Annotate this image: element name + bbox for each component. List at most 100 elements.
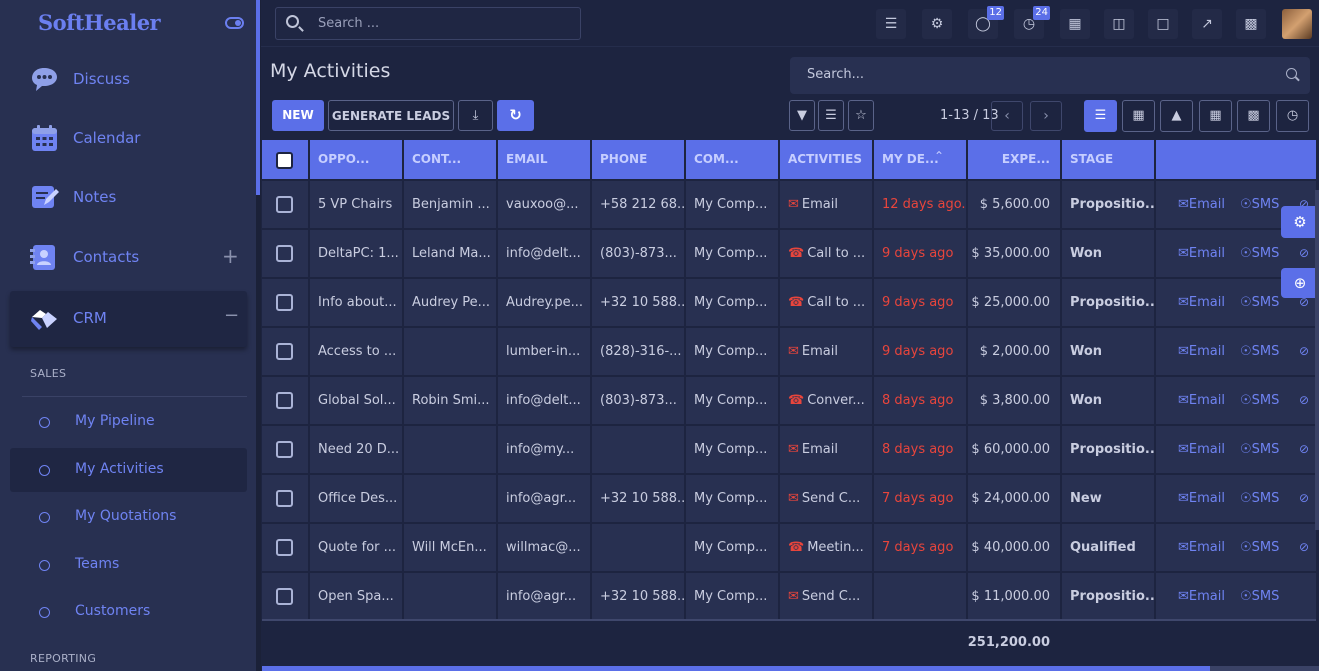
- cell-activity[interactable]: ✉ Email: [780, 426, 872, 473]
- select-all-checkbox[interactable]: [276, 152, 293, 169]
- bell-slash-icon[interactable]: ⊘: [1299, 246, 1309, 260]
- pager-previous-icon[interactable]: ‹: [991, 101, 1023, 131]
- global-search-input[interactable]: Search ...: [275, 7, 581, 40]
- gear-icon[interactable]: ⚙: [922, 9, 952, 39]
- activity-view-icon[interactable]: ◷: [1276, 100, 1309, 132]
- bell-slash-icon[interactable]: ⊘: [1299, 344, 1309, 358]
- search-input[interactable]: Search...: [790, 57, 1310, 94]
- row-checkbox[interactable]: [276, 294, 293, 311]
- settings-float-icon[interactable]: ⚙: [1281, 206, 1319, 238]
- column-header-phone[interactable]: PHONE: [592, 140, 684, 179]
- sort-ascending-icon[interactable]: ⌃: [934, 149, 944, 163]
- send-email-button[interactable]: ✉Email: [1170, 475, 1238, 522]
- send-email-button[interactable]: ✉Email: [1170, 524, 1238, 571]
- clock-icon[interactable]: ◷ 24: [1014, 6, 1050, 39]
- zoom-in-float-icon[interactable]: ⊕: [1281, 268, 1319, 298]
- cell-activity[interactable]: ☎ Conver...: [780, 377, 872, 424]
- row-checkbox[interactable]: [276, 245, 293, 262]
- send-email-button[interactable]: ✉Email: [1170, 328, 1238, 375]
- send-email-button[interactable]: ✉Email: [1170, 279, 1238, 326]
- sidebar-app-notes[interactable]: Notes: [0, 171, 256, 223]
- table-row[interactable]: Quote for ... Will McEn... willmac@... My C…: [262, 522, 1316, 571]
- table-row[interactable]: 5 VP Chairs Benjamin ... vauxoo@... +58 212…: [262, 179, 1316, 228]
- table-scrollbar[interactable]: [1315, 190, 1319, 530]
- table-row[interactable]: Office Des... info@agr... +32 10 588... My …: [262, 473, 1316, 522]
- download-icon[interactable]: ⤓: [458, 100, 493, 131]
- column-header-activities[interactable]: ACTIVITIES: [780, 140, 872, 179]
- bell-slash-icon[interactable]: ⊘: [1299, 442, 1309, 456]
- table-row[interactable]: Need 20 D... info@my... My Comp... ✉ Email 8 …: [262, 424, 1316, 473]
- row-checkbox[interactable]: [276, 490, 293, 507]
- fullscreen-icon[interactable]: ↗: [1192, 9, 1222, 39]
- graph-view-icon[interactable]: ▲: [1160, 100, 1193, 132]
- new-button[interactable]: NEW: [272, 100, 324, 131]
- list-view-icon[interactable]: ☰: [1084, 100, 1117, 132]
- column-header-opportunity[interactable]: OPPO...: [310, 140, 402, 179]
- row-checkbox[interactable]: [276, 441, 293, 458]
- translate-icon[interactable]: ◫: [1104, 9, 1134, 39]
- cell-activity[interactable]: ✉ Send C...: [780, 573, 872, 620]
- group-by-icon[interactable]: ☰: [818, 100, 844, 131]
- table-row[interactable]: Open Spa... info@agr... +32 10 588... My Co…: [262, 571, 1316, 620]
- company-icon[interactable]: ▩: [1236, 9, 1266, 39]
- row-checkbox[interactable]: [276, 343, 293, 360]
- pager-next-icon[interactable]: ›: [1030, 101, 1062, 131]
- sidebar-scrollbar-thumb[interactable]: [256, 0, 260, 195]
- column-header-stage[interactable]: STAGE: [1062, 140, 1154, 179]
- table-row[interactable]: DeltaPC: 1... Leland Ma... info@delt... (80…: [262, 228, 1316, 277]
- column-header-expected-revenue[interactable]: EXPE...: [968, 140, 1060, 179]
- pivot-view-icon[interactable]: ▦: [1199, 100, 1232, 132]
- user-avatar[interactable]: [1282, 9, 1312, 39]
- cell-activity[interactable]: ☎ Call to ...: [780, 279, 872, 326]
- collapse-icon[interactable]: −: [224, 305, 239, 326]
- favorite-icon[interactable]: ☆: [848, 100, 874, 131]
- table-row[interactable]: Access to ... lumber-in... (828)-316-... My…: [262, 326, 1316, 375]
- sidebar-app-contacts[interactable]: Contacts +: [0, 231, 256, 283]
- refresh-icon[interactable]: ↻: [497, 100, 534, 131]
- column-header-email[interactable]: EMAIL: [498, 140, 590, 179]
- bell-slash-icon[interactable]: ⊘: [1299, 540, 1309, 554]
- bell-slash-icon[interactable]: ⊘: [1299, 393, 1309, 407]
- cell-activity[interactable]: ✉ Email: [780, 328, 872, 375]
- chat-icon[interactable]: ◯ 12: [968, 6, 1004, 39]
- brand-logo[interactable]: SoftHealer: [38, 10, 161, 35]
- generate-leads-button[interactable]: GENERATE LEADS: [328, 100, 454, 131]
- send-sms-button[interactable]: ☉SMS: [1232, 377, 1296, 424]
- row-checkbox[interactable]: [276, 392, 293, 409]
- horizontal-scrollbar-thumb[interactable]: [262, 666, 1210, 671]
- calculator-icon[interactable]: ▦: [1060, 9, 1090, 39]
- send-email-button[interactable]: ✉Email: [1170, 230, 1238, 277]
- send-email-button[interactable]: ✉Email: [1170, 573, 1238, 620]
- send-email-button[interactable]: ✉Email: [1170, 377, 1238, 424]
- sidebar-item-my-pipeline[interactable]: My Pipeline: [10, 400, 247, 444]
- pager-value[interactable]: 1-13 / 13: [940, 108, 999, 123]
- kanban-view-icon[interactable]: ▦: [1122, 100, 1155, 132]
- sidebar-app-crm[interactable]: CRM −: [10, 291, 247, 347]
- column-header-company[interactable]: COM...: [686, 140, 778, 179]
- row-checkbox[interactable]: [276, 539, 293, 556]
- sidebar-app-discuss[interactable]: Discuss: [0, 53, 256, 105]
- expand-icon[interactable]: +: [222, 244, 239, 268]
- cell-activity[interactable]: ☎ Meetin...: [780, 524, 872, 571]
- list-settings-icon[interactable]: ☰: [876, 9, 906, 39]
- sidebar-app-calendar[interactable]: Calendar: [0, 112, 256, 164]
- filter-icon[interactable]: ▼: [789, 100, 815, 131]
- cell-activity[interactable]: ☎ Call to ...: [780, 230, 872, 277]
- row-checkbox[interactable]: [276, 196, 293, 213]
- bell-slash-icon[interactable]: ⊘: [1299, 491, 1309, 505]
- send-sms-button[interactable]: ☉SMS: [1232, 524, 1296, 571]
- sidebar-item-my-activities[interactable]: My Activities: [10, 448, 247, 492]
- sidebar-item-my-quotations[interactable]: My Quotations: [10, 495, 247, 539]
- send-email-button[interactable]: ✉Email: [1170, 181, 1238, 228]
- cell-activity[interactable]: ✉ Send C...: [780, 475, 872, 522]
- send-sms-button[interactable]: ☉SMS: [1232, 475, 1296, 522]
- send-sms-button[interactable]: ☉SMS: [1232, 328, 1296, 375]
- horizontal-scrollbar-track[interactable]: [1210, 666, 1319, 671]
- sidebar-item-teams[interactable]: Teams: [10, 543, 247, 587]
- cell-activity[interactable]: ✉ Email: [780, 181, 872, 228]
- bookmark-icon[interactable]: □: [1148, 9, 1178, 39]
- sidebar-item-customers[interactable]: Customers: [10, 590, 247, 634]
- sidebar-toggle-icon[interactable]: [225, 17, 244, 29]
- row-checkbox[interactable]: [276, 588, 293, 605]
- send-sms-button[interactable]: ☉SMS: [1232, 426, 1296, 473]
